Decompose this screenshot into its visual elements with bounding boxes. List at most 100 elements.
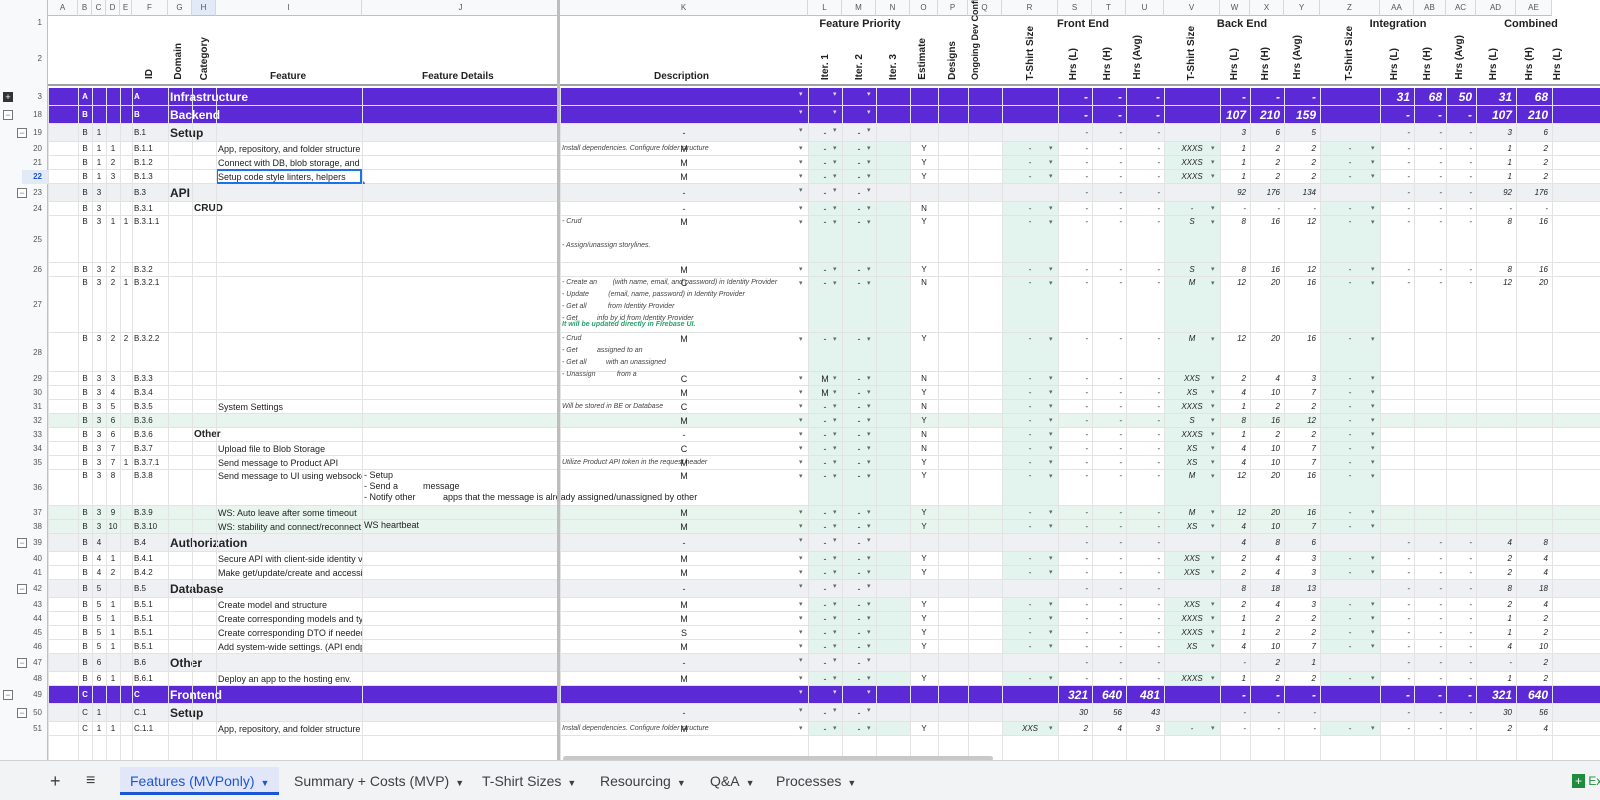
row-number[interactable]: 28 xyxy=(22,333,48,372)
row-number[interactable]: 47 xyxy=(22,654,48,672)
cell-c[interactable]: 6 xyxy=(106,414,120,428)
column-header-u[interactable]: U xyxy=(1126,0,1164,16)
column-header-r[interactable]: R xyxy=(1002,0,1058,16)
cell-c[interactable]: 10 xyxy=(106,520,120,534)
column-header-e[interactable]: E xyxy=(120,0,132,16)
iter-1-select[interactable]: M xyxy=(560,640,808,654)
cell-c[interactable]: 2 xyxy=(106,156,120,170)
cell-c[interactable]: 1 xyxy=(106,672,120,686)
spreadsheet-grid[interactable]: A B C D E F G H I J K L M N O P Q R S T U V W X Y Z AA AB AC AD AE Fea… xyxy=(0,0,1600,760)
sheet-row-50[interactable]: C 1 C.1 Setup - ▾ - ▾ - ▾ 30 56 43- - - - - -30 56 xyxy=(48,704,1600,722)
sheet-row-33[interactable]: B 3 6 B.3.6 Other - ▾ - ▾ - ▾ N - ▾ XXXS ▾ - ▾ - - -1 2 2 xyxy=(48,428,1600,442)
row-number[interactable]: 50 xyxy=(22,704,48,722)
column-header-b[interactable]: B xyxy=(78,0,92,16)
column-header-v[interactable]: V xyxy=(1164,0,1220,16)
cell-a[interactable]: C xyxy=(78,722,92,736)
cell-id[interactable]: B.6.1 xyxy=(132,672,168,686)
feature-cell[interactable]: Create corresponding DTO if needed xyxy=(216,626,362,640)
feature-cell[interactable]: Create model and structure xyxy=(216,598,362,612)
cell-c[interactable]: 3 xyxy=(106,170,120,184)
section-title[interactable]: Other xyxy=(168,654,360,672)
iter-1-select[interactable]: C xyxy=(560,400,808,414)
row-number[interactable]: 42 xyxy=(22,580,48,598)
section-title[interactable]: Authorization xyxy=(168,534,360,552)
feature-cell[interactable]: App, repository, and folder structure xyxy=(216,722,362,736)
cell-c[interactable]: 1 xyxy=(106,612,120,626)
column-header-x[interactable]: X xyxy=(1250,0,1284,16)
iter-1-select[interactable]: M xyxy=(560,156,808,170)
cell-a[interactable]: B xyxy=(78,612,92,626)
cell-id[interactable]: B.6 xyxy=(132,654,168,672)
cell-id[interactable]: B.5.1 xyxy=(132,626,168,640)
outline-toggle-level1[interactable]: − xyxy=(3,690,17,700)
estimate-cell[interactable]: Y xyxy=(910,672,938,686)
sheet-row-34[interactable]: B 3 7 B.3.7 Upload file to Blob Storage C ▾ - ▾ -… xyxy=(48,442,1600,456)
row-number[interactable]: 51 xyxy=(22,722,48,736)
cell-id[interactable]: B.3.9 xyxy=(132,506,168,520)
cell-id[interactable]: B.1 xyxy=(132,124,168,142)
column-header-j[interactable]: J xyxy=(362,0,560,16)
row-number[interactable]: 31 xyxy=(22,400,48,414)
row-number[interactable]: 35 xyxy=(22,456,48,470)
estimate-cell[interactable]: N xyxy=(910,202,938,216)
cell-a[interactable]: B xyxy=(78,216,92,228)
cell-b[interactable]: 5 xyxy=(92,598,106,612)
iter-1-select[interactable]: M xyxy=(560,612,808,626)
cell-c[interactable]: 2 xyxy=(106,566,120,580)
iter-1-select[interactable]: M xyxy=(560,672,808,686)
sheet-row-37[interactable]: B 3 9 B.3.9 WS: Auto leave after some timeou… xyxy=(48,506,1600,520)
cell-b[interactable]: 4 xyxy=(92,534,106,552)
row-number[interactable]: 25 xyxy=(22,216,48,263)
cell-id[interactable]: B.3.7.1 xyxy=(132,456,168,470)
iter-1-select[interactable]: M xyxy=(560,263,808,277)
cell-id[interactable]: B.3.1 xyxy=(132,202,168,216)
iter-1-select[interactable]: M xyxy=(560,142,808,156)
cell-a[interactable]: B xyxy=(78,414,92,428)
estimate-cell[interactable]: Y xyxy=(910,263,938,277)
sheet-row-51[interactable]: C 1 1 C.1.1 App, repository, and folder stru… xyxy=(48,722,1600,736)
feature-cell[interactable]: Send message to Product API xyxy=(216,456,362,470)
cell-id[interactable]: B.5.1 xyxy=(132,598,168,612)
cell-b[interactable]: 1 xyxy=(92,704,106,722)
sheet-row-48[interactable]: B 6 1 B.6.1 Deploy an app to the hosting env… xyxy=(48,672,1600,686)
cell-id[interactable]: B.3.2 xyxy=(132,263,168,277)
cell-id[interactable]: B.3.5 xyxy=(132,400,168,414)
sheet-row-28[interactable]: B 3 2 2 B.3.2.2- Crud - Get assigned to an -… xyxy=(48,333,1600,378)
section-title[interactable]: Setup xyxy=(168,124,360,142)
row-number-1[interactable]: 1 xyxy=(22,18,48,27)
iter-1-select[interactable]: - xyxy=(560,124,808,142)
feature-cell[interactable]: Add system-wide settings. (API endpoints… xyxy=(216,640,362,654)
cell-c[interactable]: 1 xyxy=(106,216,120,228)
row-number[interactable]: 29 xyxy=(22,372,48,386)
row-number[interactable]: 32 xyxy=(22,414,48,428)
row-number[interactable]: 40 xyxy=(22,552,48,566)
cell-id[interactable]: B.3.7 xyxy=(132,442,168,456)
feature-cell[interactable]: WS: Auto leave after some timeout xyxy=(216,506,362,520)
cell-a[interactable]: B xyxy=(78,263,92,277)
cell-a[interactable]: B xyxy=(78,470,92,482)
iter-1-select[interactable]: M xyxy=(560,566,808,580)
cell-id[interactable]: C.1.1 xyxy=(132,722,168,736)
cell-b[interactable]: 3 xyxy=(92,442,106,456)
sheet-tab-t-shirt-sizes[interactable]: T-Shirt Sizes ▼ xyxy=(472,767,586,795)
tab-menu-arrow-icon[interactable]: ▼ xyxy=(746,778,755,788)
cell-a[interactable]: B xyxy=(78,456,92,470)
cell-b[interactable]: 4 xyxy=(92,552,106,566)
category-label[interactable]: Other xyxy=(192,428,360,442)
cell-id[interactable]: B.3.10 xyxy=(132,520,168,534)
cell-d[interactable]: 1 xyxy=(120,216,132,228)
iter-1-select[interactable]: - xyxy=(560,202,808,216)
column-header-w[interactable]: W xyxy=(1220,0,1250,16)
section-title[interactable]: Setup xyxy=(168,704,360,722)
cell-b[interactable]: 3 xyxy=(92,428,106,442)
feature-cell[interactable]: Secure API with client-side identity ver… xyxy=(216,552,362,566)
row-number[interactable]: 27 xyxy=(22,277,48,333)
feature-cell[interactable]: WS: stability and connect/reconnect xyxy=(216,520,362,534)
cell-b[interactable]: 3 xyxy=(92,202,106,216)
sheet-row-40[interactable]: B 4 1 B.4.1 Secure API with client-side iden… xyxy=(48,552,1600,566)
cell-id[interactable]: B.4.2 xyxy=(132,566,168,580)
iter-1-select[interactable]: M xyxy=(560,520,808,534)
row-number[interactable]: 19 xyxy=(22,124,48,142)
category-label[interactable]: CRUD xyxy=(192,202,360,216)
cell-id[interactable]: C xyxy=(132,686,168,704)
